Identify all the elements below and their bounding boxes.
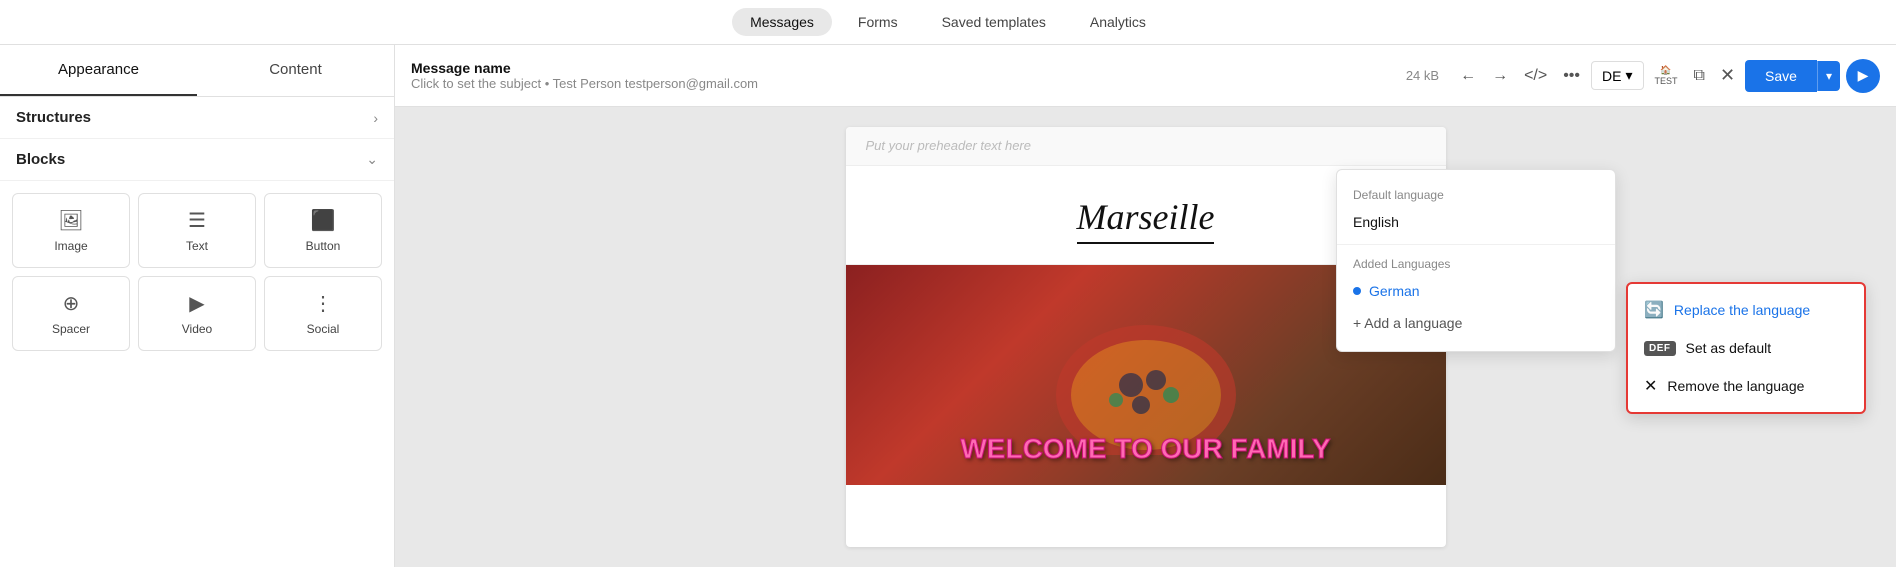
text-icon: ☰ (188, 208, 206, 233)
block-image-label: Image (54, 239, 87, 253)
default-language-label: Default language (1337, 182, 1615, 206)
structures-chevron-icon: › (373, 110, 378, 126)
english-label: English (1353, 214, 1399, 230)
social-icon: ⋮ (313, 291, 333, 316)
copy-button[interactable]: ⧉ (1689, 62, 1710, 90)
save-button-group: Save ▾ (1745, 60, 1840, 92)
image-icon: 🖼 (58, 208, 83, 233)
close-button[interactable]: ✕ (1716, 61, 1739, 90)
test-house-icon: 🏠 (1660, 65, 1671, 76)
remove-icon: ✕ (1644, 376, 1657, 396)
replace-language-item[interactable]: 🔄 Replace the language (1628, 290, 1864, 330)
set-default-item[interactable]: DEF Set as default (1628, 330, 1864, 366)
block-text[interactable]: ☰ Text (138, 193, 256, 268)
context-menu: 🔄 Replace the language DEF Set as defaul… (1626, 282, 1866, 414)
blocks-section[interactable]: Blocks ⌄ (0, 139, 394, 181)
tab-messages[interactable]: Messages (732, 8, 832, 36)
def-badge: DEF (1644, 341, 1676, 356)
lang-code: DE (1602, 68, 1621, 84)
preheader-text: Put your preheader text here (866, 138, 1032, 153)
add-language-label: + Add a language (1353, 315, 1462, 331)
added-languages-label: Added Languages (1337, 251, 1615, 275)
subject-label[interactable]: Click to set the subject (411, 76, 541, 91)
german-label: German (1369, 283, 1420, 299)
test-button[interactable]: 🏠 TEST (1650, 60, 1683, 91)
language-selector-button[interactable]: DE ▾ (1591, 61, 1643, 90)
canvas-area: Put your preheader text here Marseille (395, 107, 1896, 567)
remove-language-item[interactable]: ✕ Remove the language (1628, 366, 1864, 406)
save-dropdown-button[interactable]: ▾ (1817, 61, 1840, 91)
toolbar: Message name Click to set the subject • … (395, 45, 1896, 107)
add-language-item[interactable]: + Add a language (1337, 307, 1615, 339)
block-spacer[interactable]: ⊕ Spacer (12, 276, 130, 351)
german-dot-icon (1353, 287, 1361, 295)
block-social[interactable]: ⋮ Social (264, 276, 382, 351)
preheader[interactable]: Put your preheader text here (846, 127, 1446, 166)
structures-section[interactable]: Structures › (0, 97, 394, 139)
blocks-label: Blocks (16, 151, 65, 168)
block-button-label: Button (306, 239, 341, 253)
main-layout: Appearance Content Structures › Blocks ⌄… (0, 45, 1896, 567)
recipient-info: • Test Person testperson@gmail.com (545, 76, 758, 91)
block-video[interactable]: ▶ Video (138, 276, 256, 351)
lang-chevron-icon: ▾ (1625, 67, 1632, 84)
block-button[interactable]: ⬛ Button (264, 193, 382, 268)
default-label: Set as default (1686, 340, 1772, 356)
tab-content[interactable]: Content (197, 45, 394, 96)
tab-saved-templates[interactable]: Saved templates (924, 8, 1064, 36)
tab-forms[interactable]: Forms (840, 8, 916, 36)
video-icon: ▶ (189, 291, 204, 316)
more-options-button[interactable]: ••• (1558, 62, 1585, 90)
spacer-icon: ⊕ (63, 291, 80, 316)
default-language-english[interactable]: English (1337, 206, 1615, 238)
blocks-grid: 🖼 Image ☰ Text ⬛ Button ⊕ Spacer ▶ Video… (0, 181, 394, 363)
redo-button[interactable]: → (1487, 62, 1513, 90)
block-social-label: Social (307, 322, 340, 336)
block-text-label: Text (186, 239, 208, 253)
block-video-label: Video (182, 322, 212, 336)
top-navigation: Messages Forms Saved templates Analytics (0, 0, 1896, 45)
language-dropdown: Default language English Added Languages… (1336, 169, 1616, 352)
content-area: Message name Click to set the subject • … (395, 45, 1896, 567)
blocks-chevron-icon: ⌄ (366, 151, 378, 168)
send-button[interactable]: ▶ (1846, 59, 1880, 93)
undo-button[interactable]: ← (1455, 62, 1481, 90)
button-icon: ⬛ (311, 208, 336, 233)
tab-analytics[interactable]: Analytics (1072, 8, 1164, 36)
welcome-overlay: WELCOME TO OUR FAMILY (846, 413, 1446, 485)
welcome-text: WELCOME TO OUR FAMILY (866, 433, 1426, 465)
code-editor-button[interactable]: </> (1519, 62, 1552, 90)
remove-label: Remove the language (1667, 378, 1804, 394)
toolbar-actions: ← → </> ••• DE ▾ 🏠 TEST ⧉ ✕ Save (1455, 59, 1880, 93)
email-title: Marseille (1077, 196, 1215, 244)
dropdown-divider (1337, 244, 1615, 245)
block-image[interactable]: 🖼 Image (12, 193, 130, 268)
replace-icon: 🔄 (1644, 300, 1664, 320)
file-size: 24 kB (1406, 68, 1439, 83)
message-name[interactable]: Message name (411, 60, 1398, 76)
test-badge: 🏠 TEST (1655, 65, 1678, 86)
message-subject: Click to set the subject • Test Person t… (411, 76, 1398, 91)
block-spacer-label: Spacer (52, 322, 90, 336)
structures-label: Structures (16, 109, 91, 126)
test-label: TEST (1655, 76, 1678, 86)
left-sidebar: Appearance Content Structures › Blocks ⌄… (0, 45, 395, 567)
sidebar-tabs: Appearance Content (0, 45, 394, 97)
german-language-item[interactable]: German (1337, 275, 1615, 307)
save-button[interactable]: Save (1745, 60, 1817, 92)
tab-appearance[interactable]: Appearance (0, 45, 197, 96)
message-info: Message name Click to set the subject • … (411, 60, 1398, 91)
replace-label: Replace the language (1674, 302, 1810, 318)
